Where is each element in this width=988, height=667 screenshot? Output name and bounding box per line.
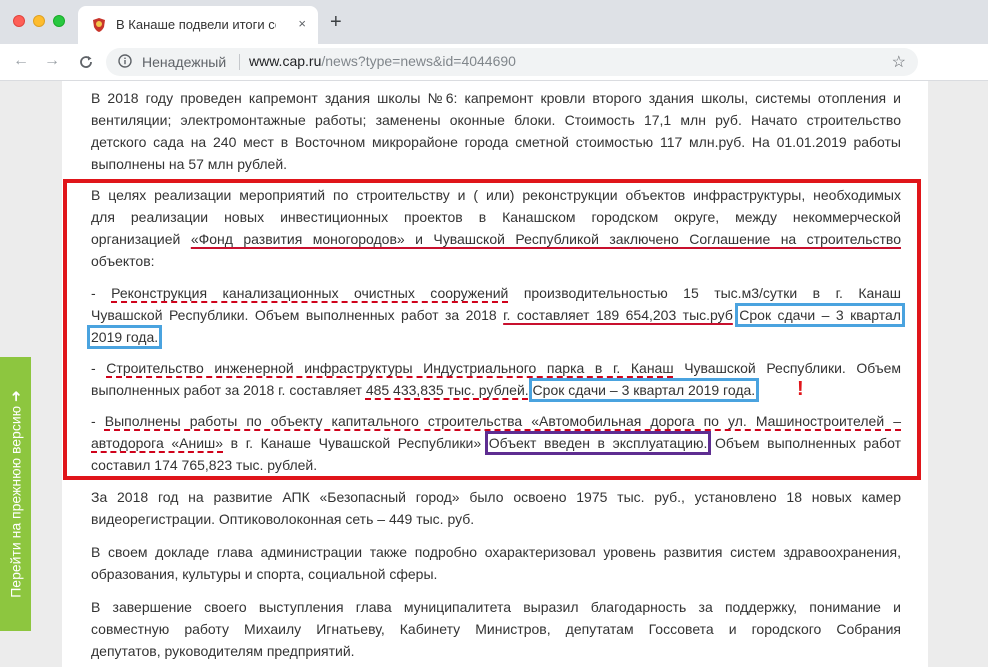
- new-tab-button[interactable]: +: [330, 12, 342, 32]
- tab-bar: В Канаше подвели итоги соци × +: [0, 0, 988, 44]
- zoom-window-button[interactable]: [53, 15, 65, 27]
- paragraph-safe-city: За 2018 год на развитие АПК «Безопасный …: [91, 489, 901, 527]
- url-text[interactable]: www.cap.ru/news?type=news&id=4044690: [249, 53, 516, 69]
- back-button[interactable]: ←: [13, 52, 29, 70]
- info-circle-icon[interactable]: [118, 54, 132, 68]
- tab-close-icon[interactable]: ×: [298, 16, 306, 31]
- tab-title: В Канаше подвели итоги соци: [116, 17, 276, 32]
- close-window-button[interactable]: [13, 15, 25, 27]
- coat-of-arms-icon: [93, 18, 105, 32]
- url-divider: [239, 54, 240, 70]
- red-annotation-frame: [63, 179, 921, 480]
- minimize-window-button[interactable]: [33, 15, 45, 27]
- exclamation-mark: !: [797, 378, 804, 400]
- address-bar[interactable]: Ненадежный www.cap.ru/news?type=news&id=…: [106, 48, 918, 76]
- old-version-label: Перейти на прежнюю версию ➜: [7, 390, 23, 598]
- toolbar: ← → Ненадежный www.cap.ru/news?type=news…: [0, 44, 988, 115]
- old-version-side-button[interactable]: Перейти на прежнюю версию ➜: [0, 357, 31, 631]
- forward-button[interactable]: →: [44, 52, 60, 70]
- browser-tab[interactable]: В Канаше подвели итоги соци ×: [78, 6, 318, 44]
- paragraph-gratitude: В завершение своего выступления глава му…: [91, 599, 901, 659]
- reload-icon[interactable]: [78, 54, 94, 70]
- paragraph-school: В 2018 году проведен капремонт здания шк…: [91, 90, 901, 172]
- paragraph-report: В своем докладе глава администрации такж…: [91, 544, 901, 582]
- bookmark-star-icon[interactable]: ☆: [892, 52, 906, 72]
- security-label[interactable]: Ненадежный: [142, 54, 226, 70]
